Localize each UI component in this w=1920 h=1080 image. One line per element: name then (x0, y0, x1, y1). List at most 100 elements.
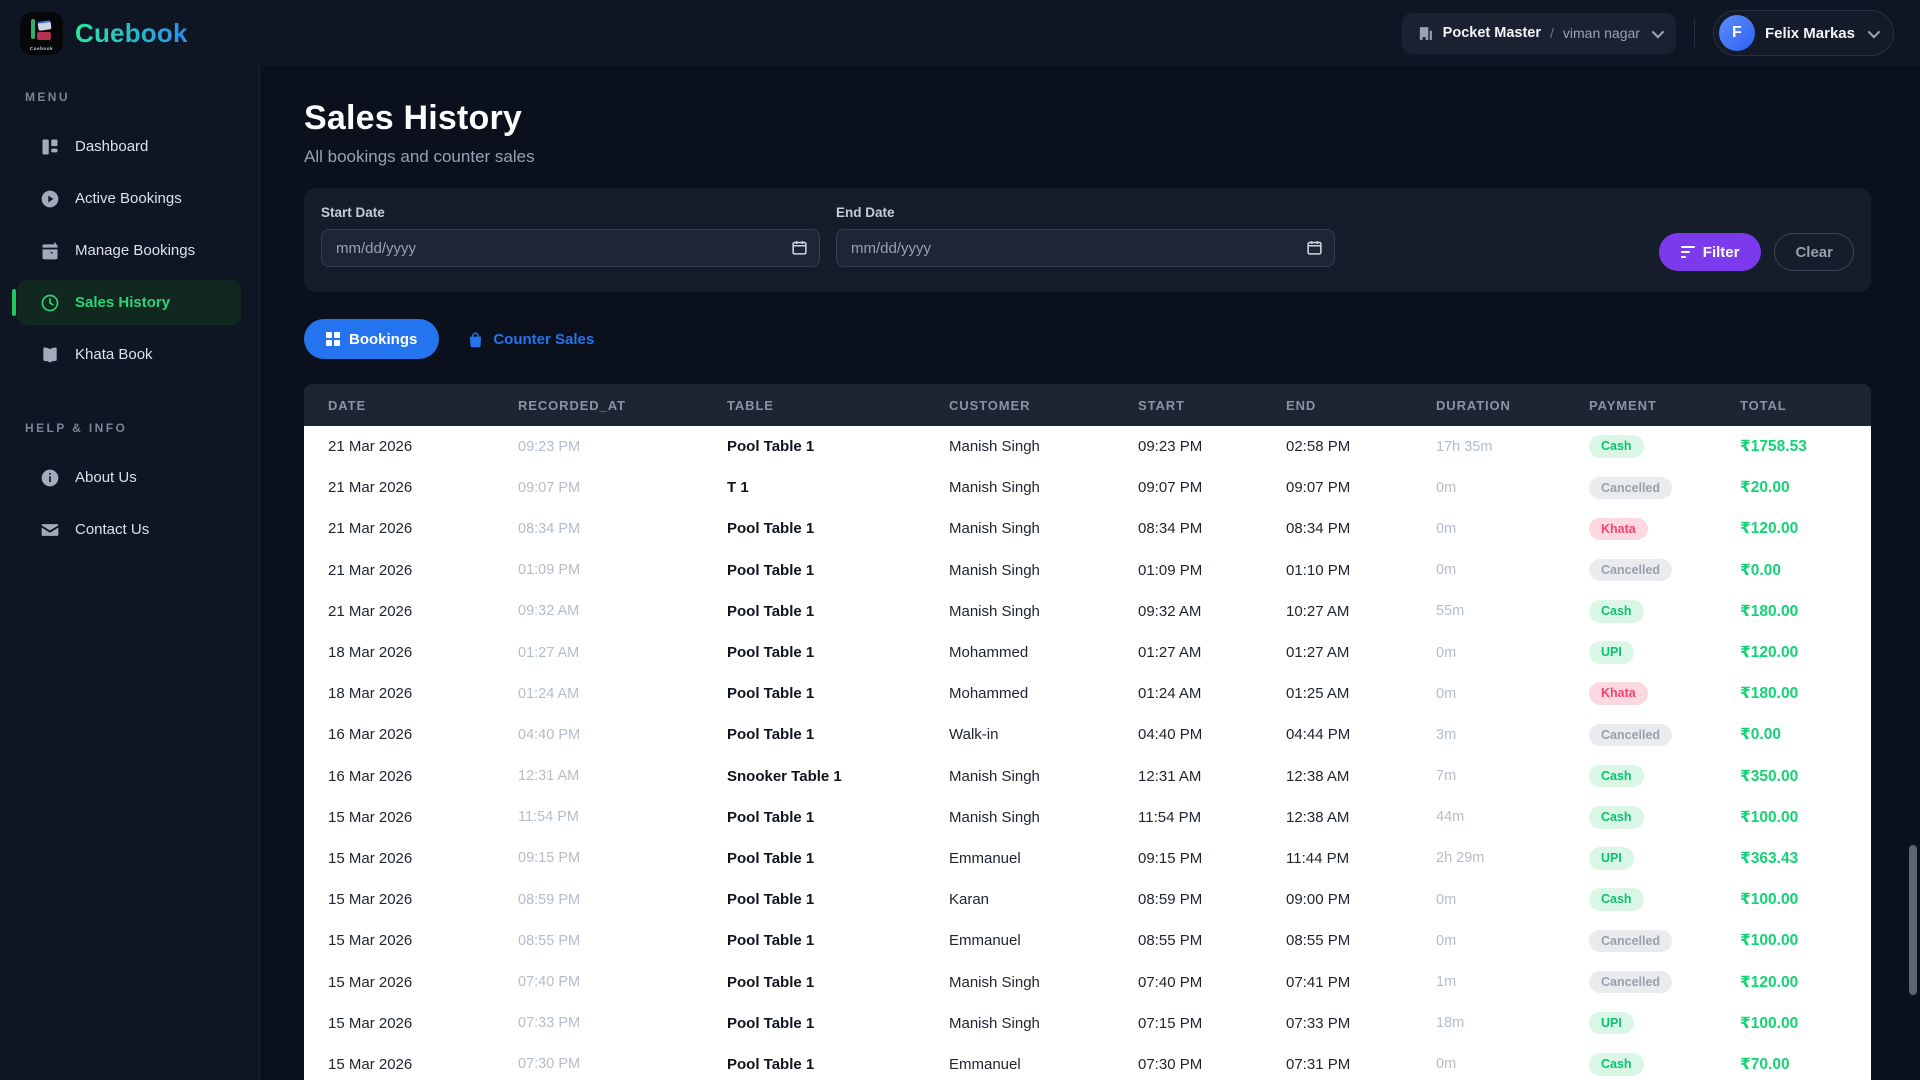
filter-button[interactable]: Filter (1658, 233, 1762, 271)
col-header-payment: PAYMENT (1589, 397, 1657, 413)
payment-badge: Cancelled (1589, 723, 1673, 747)
clear-button[interactable]: Clear (1774, 233, 1854, 271)
table-row[interactable]: 15 Mar 2026 08:55 PM Pool Table 1 Emmanu… (304, 920, 1871, 961)
cell-duration: 0m (1436, 562, 1457, 579)
cell-end: 08:55 PM (1286, 932, 1351, 950)
cell-customer: Emmanuel (949, 849, 1021, 867)
cell-start: 01:27 AM (1138, 644, 1202, 662)
table-row[interactable]: 15 Mar 2026 09:15 PM Pool Table 1 Emmanu… (304, 838, 1871, 879)
cell-recorded-at: 01:24 AM (518, 685, 580, 702)
cell-date: 15 Mar 2026 (328, 1055, 413, 1073)
cell-recorded-at: 01:27 AM (518, 644, 580, 661)
cell-duration: 0m (1436, 479, 1457, 496)
payment-badge: Cash (1589, 764, 1644, 788)
start-date-input[interactable] (321, 229, 820, 267)
cell-recorded-at: 07:33 PM (518, 1015, 581, 1032)
shopping-bag-icon (470, 331, 482, 347)
cell-customer: Manish Singh (949, 602, 1040, 620)
cell-recorded-at: 07:40 PM (518, 974, 581, 991)
cell-duration: 7m (1436, 768, 1457, 785)
table-row[interactable]: 15 Mar 2026 07:33 PM Pool Table 1 Manish… (304, 1003, 1871, 1044)
cell-table: Pool Table 1 (727, 1055, 815, 1073)
table-row[interactable]: 15 Mar 2026 08:59 PM Pool Table 1 Karan … (304, 879, 1871, 920)
cell-payment: Cash (1589, 888, 1740, 911)
col-header-end: END (1286, 397, 1317, 413)
payment-badge: Khata (1589, 682, 1648, 705)
mail-icon (41, 523, 59, 536)
cell-end: 07:31 PM (1286, 1055, 1351, 1073)
table-header-row: DATE RECORDED_AT TABLE CUSTOMER START EN… (304, 384, 1871, 426)
end-date-input[interactable] (836, 229, 1335, 267)
cell-table: Pool Table 1 (727, 644, 815, 662)
cell-customer: Manish Singh (949, 767, 1040, 785)
table-row[interactable]: 18 Mar 2026 01:27 AM Pool Table 1 Mohamm… (304, 632, 1871, 673)
cell-table: T 1 (727, 479, 749, 497)
cell-end: 08:34 PM (1286, 520, 1351, 538)
payment-badge: Cash (1589, 888, 1644, 911)
cell-customer: Manish Singh (949, 973, 1040, 991)
table-row[interactable]: 16 Mar 2026 12:31 AM Snooker Table 1 Man… (304, 756, 1871, 797)
table-row[interactable]: 21 Mar 2026 09:23 PM Pool Table 1 Manish… (304, 426, 1871, 467)
cell-end: 12:38 AM (1286, 767, 1350, 785)
cell-payment: Cancelled (1589, 970, 1740, 994)
building-icon (1419, 26, 1432, 40)
cell-duration: 2h 29m (1436, 850, 1485, 867)
sidebar-item-active-bookings[interactable]: Active Bookings (17, 176, 241, 221)
cell-total: ₹120.00 (1740, 973, 1799, 991)
table-row[interactable]: 21 Mar 2026 09:32 AM Pool Table 1 Manish… (304, 591, 1871, 632)
cell-date: 21 Mar 2026 (328, 479, 413, 497)
cell-total: ₹180.00 (1740, 685, 1799, 703)
col-header-date: DATE (328, 397, 367, 413)
cell-end: 11:44 PM (1286, 849, 1350, 867)
cell-duration: 0m (1436, 891, 1457, 908)
cell-total: ₹120.00 (1740, 520, 1799, 538)
calendar-icon[interactable] (791, 239, 808, 256)
cell-end: 04:44 PM (1286, 726, 1351, 744)
cell-date: 16 Mar 2026 (328, 726, 413, 744)
cell-payment: Cancelled (1589, 476, 1740, 500)
book-icon (43, 347, 57, 362)
table-row[interactable]: 15 Mar 2026 07:30 PM Pool Table 1 Emmanu… (304, 1044, 1871, 1080)
sidebar-item-khata-book[interactable]: Khata Book (17, 332, 241, 377)
cell-payment: UPI (1589, 847, 1740, 870)
sidebar-item-about-us[interactable]: About Us (17, 455, 241, 500)
cell-table: Pool Table 1 (727, 602, 815, 620)
cell-start: 04:40 PM (1138, 726, 1203, 744)
sidebar-menu-title: MENU (25, 90, 70, 104)
tab-bookings[interactable]: Bookings (304, 319, 440, 359)
sidebar-item-dashboard[interactable]: Dashboard (17, 124, 241, 169)
cell-payment: UPI (1589, 1011, 1740, 1035)
cell-customer: Manish Singh (949, 1014, 1040, 1032)
user-menu[interactable]: F Felix Markas (1712, 10, 1894, 56)
calendar-icon[interactable] (1306, 239, 1323, 256)
table-row[interactable]: 21 Mar 2026 08:34 PM Pool Table 1 Manish… (304, 508, 1871, 549)
cell-total: ₹0.00 (1740, 561, 1781, 579)
table-row[interactable]: 15 Mar 2026 07:40 PM Pool Table 1 Manish… (304, 961, 1871, 1002)
cell-total: ₹100.00 (1740, 932, 1799, 950)
brand-logo[interactable]: Cuebook Cuebook (20, 11, 188, 55)
cell-table: Pool Table 1 (727, 849, 815, 867)
table-row[interactable]: 16 Mar 2026 04:40 PM Pool Table 1 Walk-i… (304, 714, 1871, 755)
cell-recorded-at: 01:09 PM (518, 562, 581, 579)
table-row[interactable]: 21 Mar 2026 09:07 PM T 1 Manish Singh 09… (304, 467, 1871, 508)
calendar-icon (42, 242, 58, 259)
cell-table: Pool Table 1 (727, 438, 815, 456)
table-row[interactable]: 18 Mar 2026 01:24 AM Pool Table 1 Mohamm… (304, 673, 1871, 714)
cell-start: 12:31 AM (1138, 767, 1202, 785)
sidebar-item-manage-bookings[interactable]: Manage Bookings (17, 228, 241, 273)
org-selector[interactable]: Pocket Master / viman nagar (1401, 12, 1676, 54)
cell-start: 08:59 PM (1138, 891, 1203, 909)
tab-counter-sales[interactable]: Counter Sales (463, 319, 598, 359)
cell-recorded-at: 09:07 PM (518, 479, 581, 496)
table-row[interactable]: 15 Mar 2026 11:54 PM Pool Table 1 Manish… (304, 797, 1871, 838)
cell-start: 07:40 PM (1138, 973, 1203, 991)
cell-recorded-at: 12:31 AM (518, 768, 580, 785)
page-scrollbar[interactable] (1909, 845, 1917, 995)
cell-customer: Manish Singh (949, 561, 1040, 579)
table-row[interactable]: 21 Mar 2026 01:09 PM Pool Table 1 Manish… (304, 550, 1871, 591)
cell-total: ₹100.00 (1740, 808, 1799, 826)
sidebar-item-label: Manage Bookings (75, 242, 196, 259)
cell-customer: Walk-in (949, 726, 999, 744)
sidebar-item-sales-history[interactable]: Sales History (12, 280, 241, 325)
sidebar-item-contact-us[interactable]: Contact Us (17, 507, 241, 552)
